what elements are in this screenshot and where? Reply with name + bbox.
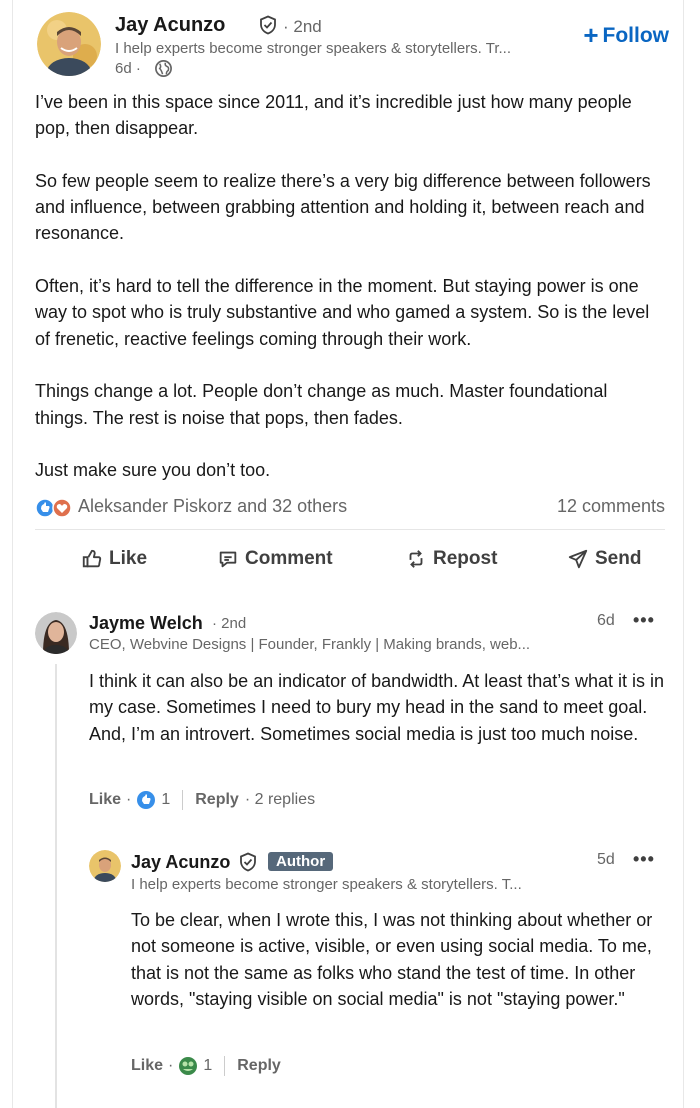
like-label: Like <box>109 548 148 569</box>
commenter-avatar[interactable] <box>35 612 77 654</box>
commenter-headline: CEO, Webvine Designs | Founder, Frankly … <box>89 636 531 653</box>
repost-label: Repost <box>433 548 498 569</box>
post-paragraph: Often, it’s hard to tell the difference … <box>35 276 650 349</box>
reply-author-headline: I help experts become stronger speakers … <box>131 876 522 893</box>
post-paragraph: Things change a lot. People don’t change… <box>35 381 608 428</box>
reply-reply-button[interactable]: Reply <box>237 1057 281 1075</box>
post-paragraph: So few people seem to realize there’s a … <box>35 170 651 244</box>
author-badge: Author <box>268 852 334 871</box>
globe-icon <box>155 60 172 77</box>
like-reaction-icon[interactable] <box>136 790 156 810</box>
like-button[interactable]: Like <box>81 548 147 570</box>
reply-author-avatar[interactable] <box>89 850 121 882</box>
reply-text: To be clear, when I wrote this, I was no… <box>131 910 653 1009</box>
reply-like-button[interactable]: Like <box>131 1057 163 1075</box>
reply-more-button[interactable]: ••• <box>633 849 655 870</box>
reply-actions: Like · 1 Reply <box>131 1053 281 1079</box>
repost-icon <box>409 550 423 568</box>
comment-like-button[interactable]: Like <box>89 791 121 809</box>
comment-reply-button[interactable]: Reply <box>195 791 239 809</box>
reactions-text[interactable]: Aleksander Piskorz and 32 others <box>78 496 347 517</box>
reaction-icons[interactable] <box>35 497 75 519</box>
social-counts: Aleksander Piskorz and 32 others 12 comm… <box>35 495 665 521</box>
divider <box>182 790 184 810</box>
comment-actions: Like · 1 Reply · 2 replies <box>89 787 315 813</box>
comment-time: 6d <box>597 612 615 629</box>
separator-dot: · <box>126 791 132 808</box>
thread-line <box>55 664 57 1108</box>
verified-shield-icon <box>260 15 276 35</box>
author-name[interactable]: Jay Acunzo <box>115 14 225 37</box>
verified-shield-icon <box>240 852 256 872</box>
post-paragraph: I’ve been in this space since 2011, and … <box>35 92 632 139</box>
author-headline: I help experts become stronger speakers … <box>115 40 512 57</box>
plus-icon: + <box>583 20 599 50</box>
separator-dot: · <box>168 1057 174 1074</box>
repost-button[interactable]: Repost <box>405 548 497 570</box>
post-paragraph: Just make sure you don’t too. <box>35 460 271 481</box>
connection-degree: · 2nd <box>283 17 322 36</box>
follow-label: Follow <box>602 24 670 47</box>
thumbs-up-icon <box>82 549 102 568</box>
post-body: I’ve been in this space since 2011, and … <box>35 89 665 510</box>
follow-button[interactable]: + Follow <box>583 20 669 51</box>
author-avatar[interactable] <box>37 12 101 76</box>
support-reaction-icon[interactable] <box>178 1056 198 1076</box>
commenter-name[interactable]: Jayme Welch <box>89 613 203 634</box>
comment-like-count: 1 <box>161 791 171 808</box>
comment-label: Comment <box>245 548 333 569</box>
reply-time: 5d <box>597 851 615 868</box>
comments-count[interactable]: 12 comments <box>557 496 665 517</box>
comment-icon <box>219 551 237 568</box>
comment-text: I think it can also be an indicator of b… <box>89 671 664 744</box>
replies-count[interactable]: · 2 replies <box>245 791 315 809</box>
post-time: 6d · <box>115 60 141 77</box>
comment-button[interactable]: Comment <box>217 548 333 570</box>
post-action-bar: Like Comment Repost Send <box>35 540 675 584</box>
send-icon <box>568 549 588 569</box>
divider <box>35 529 665 530</box>
send-button[interactable]: Send <box>567 548 641 570</box>
divider <box>224 1056 226 1076</box>
send-label: Send <box>595 548 642 569</box>
reply-like-count: 1 <box>203 1057 213 1074</box>
comment-more-button[interactable]: ••• <box>633 610 655 631</box>
post-card: Jay Acunzo · 2nd I help experts become s… <box>12 0 684 1108</box>
commenter-degree: · 2nd <box>212 615 247 632</box>
post-header: Jay Acunzo · 2nd I help experts become s… <box>37 12 677 82</box>
reply-author-name[interactable]: Jay Acunzo <box>131 852 230 873</box>
